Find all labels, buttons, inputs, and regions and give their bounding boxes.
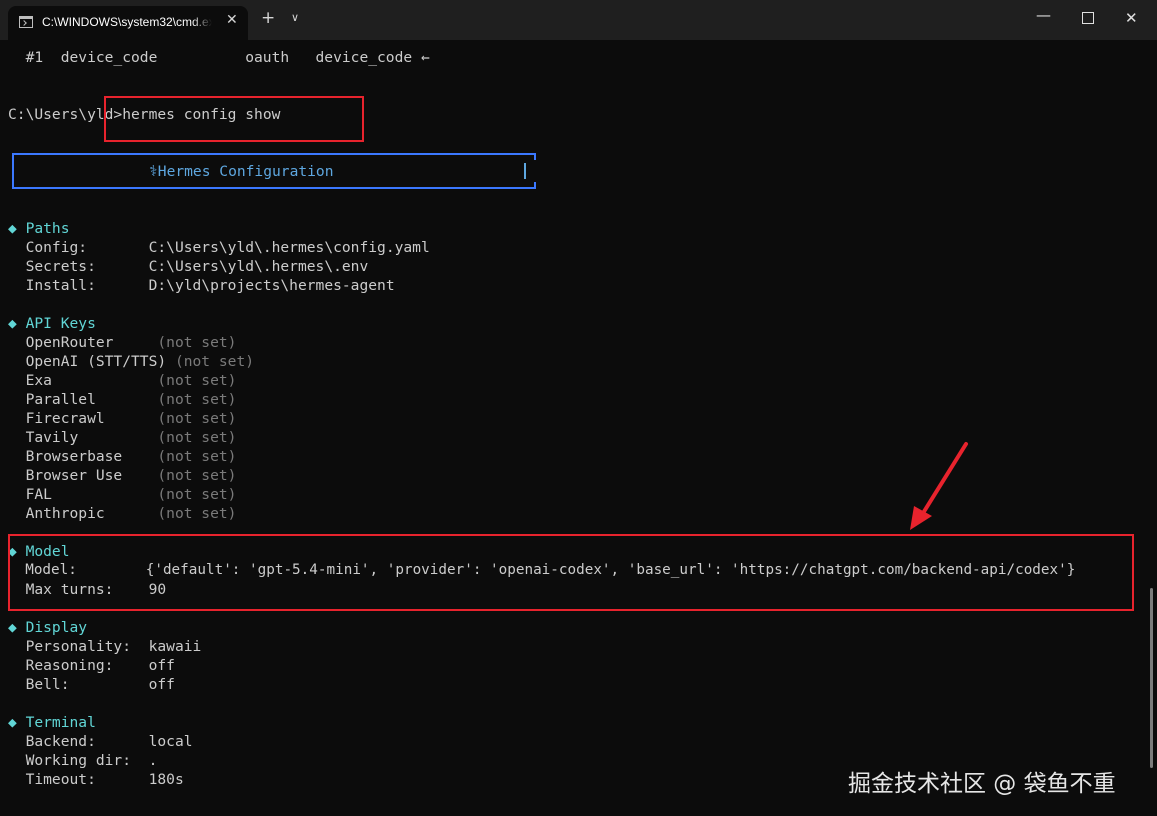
list-item: Browser Use (not set)	[8, 467, 237, 484]
list-item: Exa (not set)	[8, 372, 237, 389]
list-item: Config: C:\Users\yld\.hermes\config.yaml	[8, 239, 430, 256]
list-item: Secrets: C:\Users\yld\.hermes\.env	[8, 258, 369, 275]
chevron-down-icon[interactable]: ∨	[291, 11, 299, 24]
model-highlight-box	[8, 534, 1134, 611]
list-item: Timeout: 180s	[8, 771, 184, 788]
maximize-button[interactable]	[1082, 12, 1094, 24]
new-tab-button[interactable]: +	[261, 8, 275, 28]
previous-output-line: #1 device_code oauth device_code ←	[8, 49, 430, 66]
list-item: FAL (not set)	[8, 486, 237, 503]
list-item: Anthropic (not set)	[8, 505, 237, 522]
list-item: OpenAI (STT/TTS) (not set)	[8, 353, 255, 370]
list-item: OpenRouter (not set)	[8, 334, 237, 351]
list-item: Tavily (not set)	[8, 429, 237, 446]
list-item: Install: D:\yld\projects\hermes-agent	[8, 277, 395, 294]
red-arrow-icon	[910, 442, 968, 530]
list-item: Reasoning: off	[8, 657, 175, 674]
list-item: Personality: kawaii	[8, 638, 202, 655]
close-window-button[interactable]: ✕	[1125, 9, 1138, 27]
watermark: 掘金技术社区 @ 袋鱼不重	[848, 771, 1116, 797]
list-item: Browserbase (not set)	[8, 448, 237, 465]
list-item: Bell: off	[8, 676, 175, 693]
section-title-paths: ◆ Paths	[8, 220, 70, 237]
list-item: Working dir: .	[8, 752, 158, 769]
header-title: ⚕Hermes Configuration	[149, 163, 334, 180]
tab-title: C:\WINDOWS\system32\cmd.exe	[42, 15, 212, 29]
command-highlight-box	[104, 96, 364, 142]
close-tab-icon[interactable]: ✕	[226, 12, 238, 28]
header-box-edge	[534, 153, 536, 160]
title-bar: C:\WINDOWS\system32\cmd.exe ✕ + ∨ — ✕	[0, 0, 1157, 40]
list-item: Parallel (not set)	[8, 391, 237, 408]
section-title-display: ◆ Display	[8, 619, 88, 636]
header-box-edge	[534, 182, 536, 189]
section-title-terminal: ◆ Terminal	[8, 714, 96, 731]
terminal-tab[interactable]: C:\WINDOWS\system32\cmd.exe ✕	[8, 6, 248, 40]
list-item: Backend: local	[8, 733, 193, 750]
minimize-button[interactable]: —	[1036, 6, 1051, 24]
cmd-icon	[19, 16, 33, 28]
section-title-api-keys: ◆ API Keys	[8, 315, 96, 332]
list-item: Firecrawl (not set)	[8, 410, 237, 427]
scrollbar[interactable]	[1150, 588, 1153, 768]
header-cursor	[524, 163, 526, 179]
